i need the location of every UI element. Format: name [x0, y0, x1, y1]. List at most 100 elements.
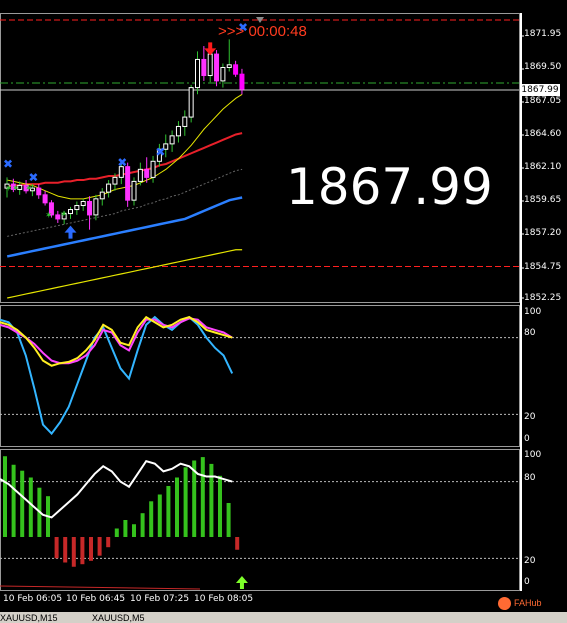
osc-histogram-bar	[54, 537, 59, 559]
symbol-tab-bar: XAUUSD,M15 XAUUSD,M5	[0, 612, 567, 623]
star-marker-icon: ✶	[12, 184, 20, 194]
candle-body	[233, 64, 239, 75]
osc-histogram-bar	[175, 477, 179, 537]
candle-body	[150, 160, 156, 178]
price-axis-label: 1857.20	[524, 228, 562, 238]
buy-signal-arrow-icon	[235, 576, 248, 589]
osc-histogram-bar	[149, 501, 154, 537]
oscillator-panel-frame	[0, 449, 520, 591]
price-axis-label: 1852.25	[524, 293, 562, 303]
osc-histogram-bar	[235, 537, 240, 550]
star-marker-icon: ✶	[25, 184, 33, 194]
time-axis-label: 10 Feb 07:25	[130, 594, 190, 604]
osc-signal-line	[0, 585, 201, 590]
osc-histogram-bar	[226, 503, 231, 537]
candle-body	[42, 194, 48, 204]
price-axis-label: 1859.65	[524, 195, 562, 205]
x-signal-icon: ✖	[28, 170, 38, 184]
gray-envelope-line	[7, 168, 243, 237]
candle-body	[125, 166, 131, 201]
osc-histogram-bar	[218, 475, 222, 537]
osc-histogram-bar	[80, 537, 85, 565]
osc-histogram-bar	[106, 537, 111, 548]
candle-body	[144, 168, 150, 178]
osc-histogram-bar	[157, 494, 162, 537]
osc-histogram-bar	[89, 537, 93, 561]
osc-line	[0, 459, 233, 519]
candle-body	[195, 58, 200, 89]
fahub-logo: FAHub	[498, 597, 560, 611]
tab-xauusd-m15[interactable]: XAUUSD,M15	[0, 613, 58, 623]
price-axis-label: 1862.10	[524, 162, 562, 172]
price-axis-label: 1871.95	[524, 29, 562, 39]
osc-histogram-bar	[132, 524, 136, 537]
stoch-axis-label: 80	[524, 328, 536, 338]
candle-body	[201, 58, 207, 77]
time-axis-label: 10 Feb 06:45	[66, 594, 126, 604]
x-signal-icon: ✖	[3, 157, 13, 171]
candle-body	[175, 125, 181, 137]
osc-histogram-bar	[140, 513, 145, 537]
candle-body	[68, 209, 73, 215]
price-axis-label: 1854.75	[524, 262, 562, 272]
osc-histogram-bar	[166, 486, 171, 537]
sell-signal-arrow-icon	[204, 42, 217, 56]
stochastic-panel-frame	[0, 305, 520, 447]
candle-body	[169, 135, 175, 145]
fahub-logo-text: FAHub	[514, 598, 542, 608]
osc-axis-label: 0	[524, 577, 530, 587]
osc-histogram-bar	[63, 537, 68, 563]
price-axis-label: 1867.05	[524, 96, 562, 106]
star-marker-icon: ✶	[60, 210, 68, 220]
x-signal-icon: ✖	[117, 156, 127, 170]
fahub-logo-icon	[498, 597, 511, 610]
candle-body	[99, 191, 105, 200]
current-price-marker: 1867.99	[520, 84, 560, 96]
candle-body	[182, 116, 188, 127]
osc-histogram-bar	[97, 537, 102, 556]
blue-ma-line	[6, 196, 243, 258]
osc-histogram-bar	[20, 470, 25, 537]
osc-histogram-bar	[209, 463, 214, 537]
osc-histogram-bar	[183, 467, 188, 537]
candle-body	[214, 53, 220, 82]
trading-chart[interactable]: ✖✖✖✖✖✶ ✶ ✶✶ ✶	[0, 0, 567, 623]
time-axis-label: 10 Feb 06:05	[3, 594, 63, 604]
price-axis-label: 1869.50	[524, 62, 562, 72]
candle-body	[74, 205, 80, 211]
osc-histogram-bar	[114, 528, 119, 537]
candle-body	[131, 180, 137, 201]
osc-histogram-bar	[11, 464, 16, 537]
candle-body	[226, 64, 232, 68]
osc-histogram-bar	[3, 456, 7, 537]
candle-body	[137, 168, 143, 182]
candle-body	[220, 66, 226, 82]
osc-axis-label: 20	[524, 556, 536, 566]
star-marker-icon: ✶	[45, 211, 53, 221]
osc-histogram-bar	[200, 457, 205, 537]
yellow-slow-ma-line	[7, 249, 243, 299]
candle-body	[87, 201, 93, 216]
osc-histogram-bar	[28, 477, 33, 537]
price-axis-label: 1864.60	[524, 129, 562, 139]
tab-xauusd-m5[interactable]: XAUUSD,M5	[92, 613, 145, 623]
candle-body	[207, 53, 213, 77]
osc-histogram-bar	[123, 520, 128, 537]
buy-signal-arrow-icon	[64, 225, 77, 239]
stoch-axis-label: 20	[524, 412, 536, 422]
osc-axis-label: 100	[524, 450, 542, 460]
candle-body	[112, 176, 118, 185]
candle-body	[36, 187, 42, 196]
stoch-axis-label: 0	[524, 434, 530, 444]
candle-body	[93, 198, 99, 216]
candle-body	[80, 201, 86, 207]
candle-body	[239, 73, 245, 90]
price-axis-border	[520, 13, 522, 591]
osc-axis-label: 80	[524, 473, 536, 483]
candle-body	[106, 183, 112, 193]
candle-body	[188, 87, 194, 118]
bar-countdown: >>> 00:00:48	[218, 23, 307, 40]
stoch-axis-label: 100	[524, 307, 542, 317]
time-axis-label: 10 Feb 08:05	[194, 594, 254, 604]
big-price-display: 1867.99	[286, 158, 493, 216]
